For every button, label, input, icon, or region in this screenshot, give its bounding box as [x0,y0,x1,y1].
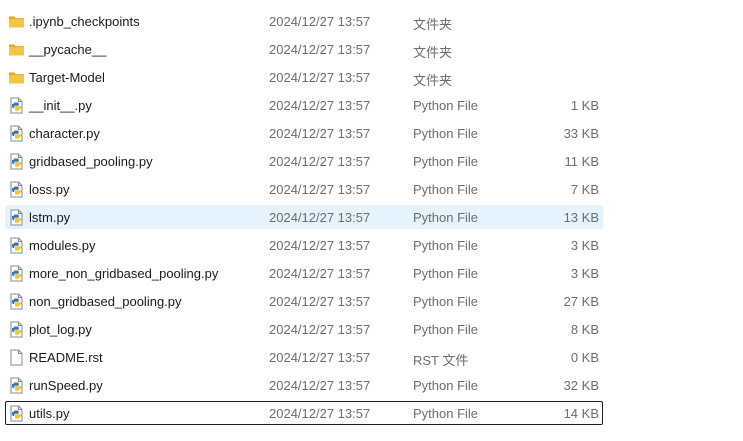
python-file-icon [8,97,25,114]
file-type: Python File [413,238,479,253]
file-name: non_gridbased_pooling.py [29,294,182,309]
file-type: 文件夹 [413,17,453,32]
python-file-icon [8,209,25,226]
file-row[interactable]: non_gridbased_pooling.py 2024/12/27 13:5… [0,288,743,316]
file-type: Python File [413,126,479,141]
file-type: Python File [413,210,479,225]
file-date-modified: 2024/12/27 13:57 [269,406,371,421]
file-row[interactable]: more_non_gridbased_pooling.py 2024/12/27… [0,260,743,288]
file-name: utils.py [29,406,70,421]
file-row[interactable]: __init__.py 2024/12/27 13:57 Python File… [0,92,743,120]
file-date-modified: 2024/12/27 13:57 [269,294,371,309]
file-date-modified: 2024/12/27 13:57 [269,70,371,85]
folder-icon [8,13,25,30]
file-size: 3 KB [570,266,599,281]
file-name: runSpeed.py [29,378,103,393]
file-name: README.rst [29,350,103,365]
file-date-modified: 2024/12/27 13:57 [269,14,371,29]
file-name: loss.py [29,182,70,197]
file-size: 0 KB [570,350,599,365]
file-size: 32 KB [563,378,599,393]
file-size: 8 KB [570,322,599,337]
file-type: 文件夹 [413,73,453,88]
file-date-modified: 2024/12/27 13:57 [269,210,371,225]
file-name: modules.py [29,238,96,253]
file-row[interactable]: character.py 2024/12/27 13:57 Python Fil… [0,120,743,148]
python-file-icon [8,293,25,310]
file-type: Python File [413,406,479,421]
python-file-icon [8,321,25,338]
file-size: 1 KB [570,98,599,113]
file-size: 7 KB [570,182,599,197]
file-size: 14 KB [563,406,599,421]
file-type: Python File [413,294,479,309]
file-row[interactable]: gridbased_pooling.py 2024/12/27 13:57 Py… [0,148,743,176]
folder-icon [8,69,25,86]
file-name: plot_log.py [29,322,92,337]
file-row[interactable]: __pycache__ 2024/12/27 13:57 文件夹 [0,36,743,64]
file-name: more_non_gridbased_pooling.py [29,266,219,281]
file-type: Python File [413,266,479,281]
file-date-modified: 2024/12/27 13:57 [269,154,371,169]
file-row[interactable]: modules.py 2024/12/27 13:57 Python File … [0,232,743,260]
file-date-modified: 2024/12/27 13:57 [269,126,371,141]
file-date-modified: 2024/12/27 13:57 [269,322,371,337]
file-date-modified: 2024/12/27 13:57 [269,378,371,393]
file-row[interactable]: Target-Model 2024/12/27 13:57 文件夹 [0,64,743,92]
file-row[interactable]: plot_log.py 2024/12/27 13:57 Python File… [0,316,743,344]
file-row[interactable]: loss.py 2024/12/27 13:57 Python File 7 K… [0,176,743,204]
python-file-icon [8,237,25,254]
file-name: __init__.py [29,98,92,113]
python-file-icon [8,125,25,142]
file-type: Python File [413,98,479,113]
file-list: .ipynb_checkpoints 2024/12/27 13:57 文件夹 … [0,8,743,428]
folder-icon [8,41,25,58]
file-date-modified: 2024/12/27 13:57 [269,42,371,57]
python-file-icon [8,377,25,394]
file-name: .ipynb_checkpoints [29,14,140,29]
file-date-modified: 2024/12/27 13:57 [269,238,371,253]
file-type: Python File [413,378,479,393]
file-type: RST 文件 [413,353,469,368]
file-row[interactable]: utils.py 2024/12/27 13:57 Python File 14… [0,400,743,428]
file-size: 33 KB [563,126,599,141]
python-file-icon [8,405,25,422]
file-size: 13 KB [563,210,599,225]
python-file-icon [8,265,25,282]
file-name: character.py [29,126,100,141]
file-date-modified: 2024/12/27 13:57 [269,350,371,365]
file-type: 文件夹 [413,45,453,60]
file-size: 27 KB [563,294,599,309]
file-name: gridbased_pooling.py [29,154,153,169]
file-name: __pycache__ [29,42,107,57]
file-row[interactable]: README.rst 2024/12/27 13:57 RST 文件 0 KB [0,344,743,372]
file-type: Python File [413,322,479,337]
file-date-modified: 2024/12/27 13:57 [269,266,371,281]
file-size: 3 KB [570,238,599,253]
text-file-icon [8,349,25,366]
file-date-modified: 2024/12/27 13:57 [269,182,371,197]
python-file-icon [8,153,25,170]
file-row[interactable]: runSpeed.py 2024/12/27 13:57 Python File… [0,372,743,400]
file-type: Python File [413,154,479,169]
file-row[interactable]: lstm.py 2024/12/27 13:57 Python File 13 … [0,204,743,232]
file-type: Python File [413,182,479,197]
file-name: lstm.py [29,210,71,225]
file-size: 11 KB [564,154,599,169]
file-date-modified: 2024/12/27 13:57 [269,98,371,113]
python-file-icon [8,181,25,198]
file-row[interactable]: .ipynb_checkpoints 2024/12/27 13:57 文件夹 [0,8,743,36]
file-name: Target-Model [29,70,105,85]
